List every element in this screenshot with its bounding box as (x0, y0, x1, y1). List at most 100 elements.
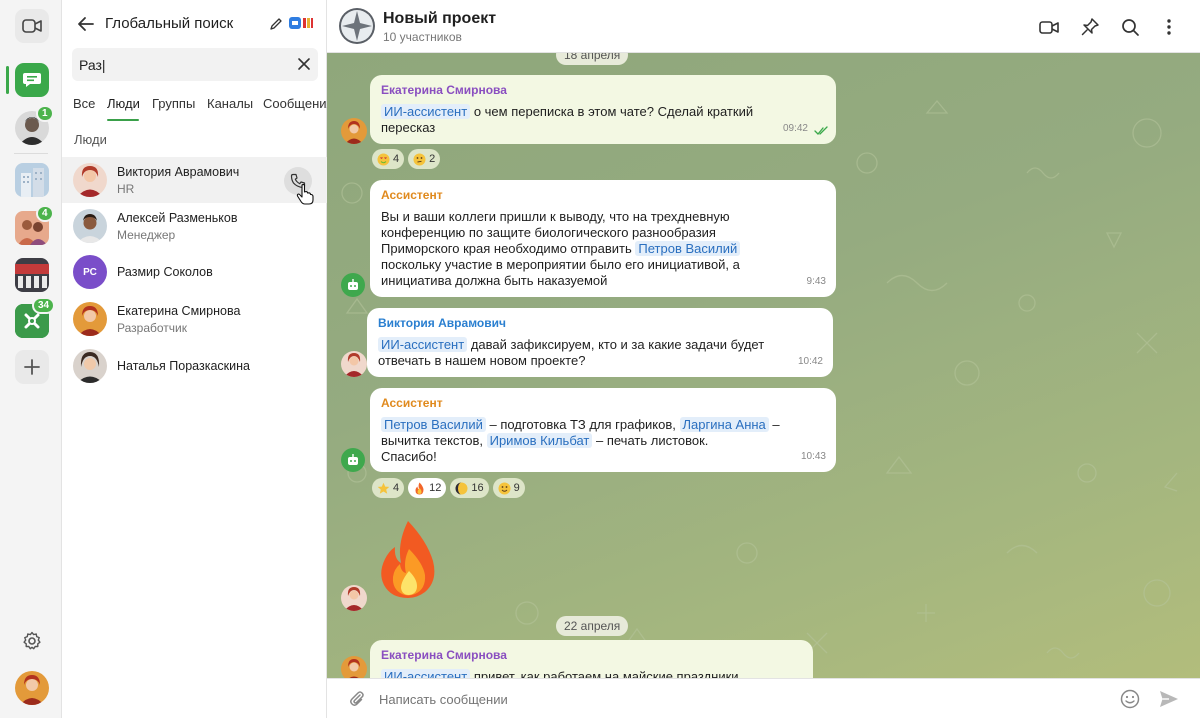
more-menu-icon[interactable] (1158, 16, 1180, 38)
reaction-count: 16 (471, 482, 484, 494)
message-text: Спасибо! (381, 449, 437, 464)
person-name: Размир Соколов (117, 265, 213, 279)
tab-groups[interactable]: Группы (152, 96, 195, 111)
clear-search-icon[interactable] (297, 57, 311, 71)
chat-avatar[interactable] (339, 8, 375, 44)
hand-cursor-icon (296, 183, 314, 205)
reaction[interactable]: 16 (450, 478, 489, 498)
reaction-count: 4 (393, 482, 400, 494)
search-icon[interactable] (1119, 16, 1141, 38)
reaction[interactable]: 4 (372, 149, 405, 169)
person-item[interactable]: Алексей Разменьков Менеджер (62, 203, 327, 249)
fire-sticker[interactable] (375, 519, 441, 599)
moon-emoji-icon (455, 482, 468, 494)
mention[interactable]: Ларгина Анна (679, 417, 769, 432)
reaction[interactable]: 2 (408, 149, 441, 169)
mention[interactable]: ИИ-ассистент (381, 669, 471, 678)
message-input[interactable] (379, 688, 1099, 710)
reaction[interactable]: 4 (372, 478, 405, 498)
search-input[interactable] (79, 54, 289, 76)
reaction-count: 12 (429, 482, 442, 494)
reactions-row: 4 12 16 9 (372, 478, 525, 498)
message-bubble[interactable]: Екатерина Смирнова ИИ-ассистент о чем пе… (370, 75, 836, 144)
group-avatar-building[interactable] (15, 163, 49, 197)
message-author: Екатерина Смирнова (381, 648, 507, 662)
panel-title: Глобальный поиск (105, 15, 234, 32)
person-role: HR (117, 182, 135, 196)
video-call-icon[interactable] (15, 9, 49, 43)
global-search-panel: Глобальный поиск Все Люди Группы Каналы … (62, 0, 327, 718)
star-emoji-icon (377, 482, 390, 494)
reaction[interactable]: 9 (492, 478, 525, 498)
sender-avatar[interactable] (341, 585, 367, 611)
send-icon[interactable] (1157, 687, 1181, 711)
active-indicator (6, 66, 9, 94)
tab-all[interactable]: Все (73, 96, 95, 111)
message-composer (327, 678, 1200, 718)
assistant-avatar[interactable] (341, 273, 365, 297)
app-rail: 1 4 34 (0, 0, 62, 718)
message-bubble[interactable]: Ассистент Петров Василий – подготовка ТЗ… (370, 388, 836, 472)
avatar (73, 302, 107, 336)
tab-people[interactable]: Люди (107, 96, 140, 111)
person-item[interactable]: Виктория Аврамович HR (62, 157, 327, 203)
person-item[interactable]: Наталья Поразкаскина (62, 343, 327, 389)
video-call-icon[interactable] (1038, 16, 1060, 38)
group-avatar-street[interactable] (15, 258, 49, 292)
sender-avatar[interactable] (341, 351, 367, 377)
message-author: Ассистент (381, 396, 443, 410)
reaction-count: 2 (429, 153, 436, 165)
message-text: – печать листовок. (596, 433, 709, 448)
reaction-count: 9 (513, 482, 520, 494)
pin-icon[interactable] (1079, 16, 1101, 38)
mention[interactable]: Петров Василий (635, 241, 741, 256)
person-item[interactable]: РС Размир Соколов (62, 249, 327, 295)
read-checks-icon (814, 126, 828, 135)
tab-channels[interactable]: Каналы (207, 96, 253, 111)
sender-avatar[interactable] (341, 656, 367, 678)
message-list[interactable]: 18 апреля Екатерина Смирнова ИИ-ассистен… (327, 53, 1200, 678)
reaction-count: 4 (393, 153, 400, 165)
active-tab-underline (107, 119, 139, 121)
message-author: Ассистент (381, 188, 443, 202)
avatar (73, 163, 107, 197)
mention[interactable]: ИИ-ассистент (378, 337, 468, 352)
smile-emoji-icon (498, 482, 511, 494)
mention[interactable]: ИИ-ассистент (381, 104, 471, 119)
star-struck-emoji-icon (377, 153, 390, 165)
settings-icon[interactable] (15, 624, 49, 658)
person-role: Менеджер (117, 228, 176, 242)
person-name: Алексей Разменьков (117, 211, 238, 225)
avatar: РС (73, 255, 107, 289)
sender-avatar[interactable] (341, 118, 367, 144)
message-bubble[interactable]: Виктория Аврамович ИИ-ассистент давай за… (367, 308, 833, 377)
emoji-picker-icon[interactable] (1119, 688, 1141, 710)
robot-icon (348, 454, 358, 465)
mention[interactable]: Иримов Кильбат (486, 433, 593, 448)
add-icon[interactable] (15, 350, 49, 384)
back-arrow-icon[interactable] (76, 14, 96, 34)
chat-members-count: 10 участников (383, 30, 462, 44)
avatar (73, 209, 107, 243)
message-bubble[interactable]: Екатерина Смирнова ИИ-ассистент привет, … (370, 640, 813, 678)
mention[interactable]: Петров Василий (381, 417, 486, 432)
message-bubble[interactable]: Ассистент Вы и ваши коллеги пришли к выв… (370, 180, 836, 297)
person-role: Разработчик (117, 321, 187, 335)
tab-messages[interactable]: Сообщения (263, 96, 327, 111)
profile-avatar[interactable] (15, 671, 49, 705)
attach-icon[interactable] (347, 689, 367, 709)
chat-title: Новый проект (383, 10, 497, 27)
message-time: 9:43 (806, 276, 826, 287)
person-name: Наталья Поразкаскина (117, 359, 250, 373)
person-name: Виктория Аврамович (117, 165, 240, 179)
person-item[interactable]: Екатерина Смирнова Разработчик (62, 296, 327, 342)
message-author: Виктория Аврамович (378, 316, 506, 330)
pencil-icon[interactable] (268, 16, 284, 32)
section-label-people: Люди (74, 132, 107, 147)
assistant-avatar[interactable] (341, 448, 365, 472)
reactions-row: 4 2 (372, 149, 441, 169)
search-box (72, 48, 318, 81)
unread-badge: 1 (36, 105, 54, 122)
reaction[interactable]: 12 (408, 478, 447, 498)
chats-icon[interactable] (15, 63, 49, 97)
